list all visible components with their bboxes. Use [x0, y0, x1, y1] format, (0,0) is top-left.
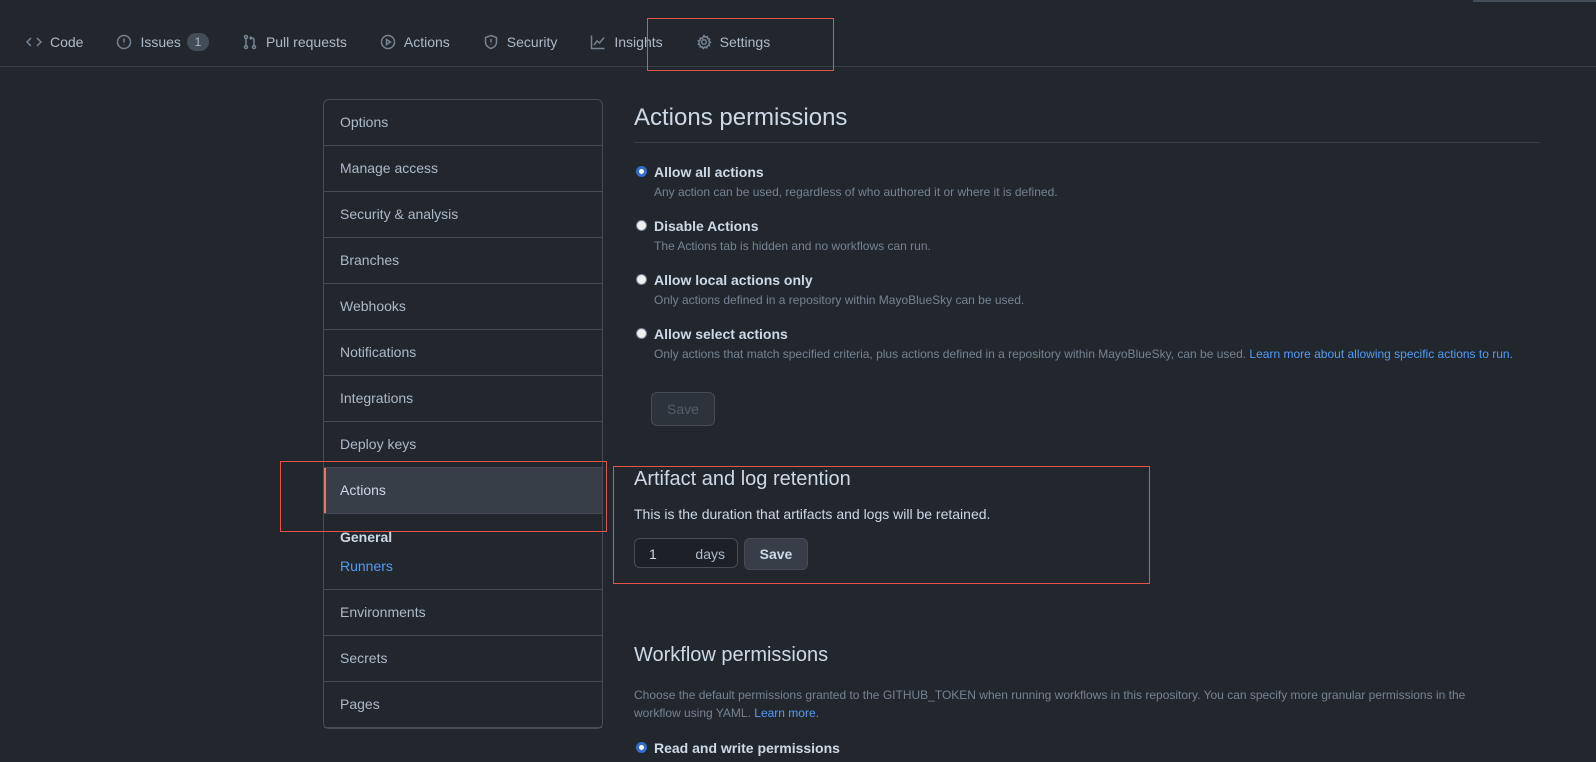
retention-days-unit: days	[695, 546, 725, 562]
tab-issues[interactable]: Issues 1	[108, 22, 216, 62]
radio-note-text: Only actions that match specified criter…	[654, 347, 1247, 361]
radio-label[interactable]: Read and write permissions	[654, 740, 840, 756]
tab-label: Actions	[403, 34, 450, 50]
sidebar-item-secrets[interactable]: Secrets	[324, 636, 602, 682]
retention-days-input[interactable]: 1 days	[634, 538, 738, 568]
sidebar-item-actions[interactable]: Actions	[324, 468, 602, 514]
tab-actions[interactable]: Actions	[372, 22, 458, 62]
radio-local-only[interactable]	[636, 274, 647, 285]
sidebar-item-notifications[interactable]: Notifications	[324, 330, 602, 376]
radio-allow-all[interactable]	[636, 166, 647, 177]
workflow-permissions-title: Workflow permissions	[634, 644, 829, 666]
tab-label: Pull requests	[265, 34, 347, 50]
submenu-runners-link[interactable]: Runners	[340, 555, 586, 577]
radio-label[interactable]: Allow local actions only	[654, 272, 813, 288]
sidebar-item-webhooks[interactable]: Webhooks	[324, 284, 602, 330]
retention-title: Artifact and log retention	[634, 468, 851, 490]
radio-note: Any action can be used, regardless of wh…	[654, 185, 1058, 199]
sidebar-item-security-analysis[interactable]: Security & analysis	[324, 192, 602, 238]
sidebar-item-options[interactable]: Options	[324, 100, 602, 146]
tab-pull-requests[interactable]: Pull requests	[234, 22, 355, 62]
radio-select[interactable]	[636, 328, 647, 339]
radio-label[interactable]: Allow select actions	[654, 326, 788, 342]
tab-label: Settings	[719, 34, 771, 50]
radio-label[interactable]: Disable Actions	[654, 218, 759, 234]
tab-code[interactable]: Code	[18, 22, 91, 62]
retention-days-value: 1	[649, 546, 657, 562]
issue-icon	[117, 34, 132, 50]
sidebar-item-branches[interactable]: Branches	[324, 238, 602, 284]
radio-disable[interactable]	[636, 220, 647, 231]
permissions-save-button[interactable]: Save	[651, 392, 715, 426]
tab-security[interactable]: Security	[475, 22, 566, 62]
issues-count-badge: 1	[186, 33, 209, 51]
graph-icon	[591, 35, 605, 50]
shield-icon	[484, 34, 498, 50]
sidebar-item-deploy-keys[interactable]: Deploy keys	[324, 422, 602, 468]
radio-read-write[interactable]	[636, 742, 647, 753]
title-divider	[634, 142, 1540, 143]
tab-label: Insights	[614, 34, 663, 50]
tab-label: Code	[50, 34, 84, 50]
sidebar-item-environments[interactable]: Environments	[324, 590, 602, 636]
tab-label: Issues	[140, 34, 181, 50]
learn-more-select-actions-link[interactable]: Learn more about allowing specific actio…	[1249, 347, 1512, 361]
sidebar-item-integrations[interactable]: Integrations	[324, 376, 602, 422]
play-icon	[380, 34, 396, 50]
radio-note: Only actions defined in a repository wit…	[654, 293, 1025, 307]
tab-settings[interactable]: Settings	[688, 22, 779, 62]
tab-insights[interactable]: Insights	[582, 22, 670, 62]
sidebar-item-manage-access[interactable]: Manage access	[324, 146, 602, 192]
retention-save-button[interactable]: Save	[744, 538, 808, 570]
workflow-permissions-description: Choose the default permissions granted t…	[634, 686, 1514, 722]
tab-label: Security	[506, 34, 558, 50]
radio-note: The Actions tab is hidden and no workflo…	[654, 239, 931, 253]
sidebar-item-pages[interactable]: Pages	[324, 682, 602, 728]
learn-more-link[interactable]: Learn more.	[754, 706, 819, 720]
settings-sidebar: Options Manage access Security & analysi…	[323, 99, 603, 729]
repo-nav: Code Issues 1 Pull requests Actions Secu…	[18, 22, 795, 62]
radio-note: Only actions that match specified criter…	[654, 347, 1513, 361]
top-divider	[1473, 0, 1596, 2]
radio-label[interactable]: Allow all actions	[654, 164, 764, 180]
actions-permissions-title: Actions permissions	[634, 104, 848, 131]
retention-description: This is the duration that artifacts and …	[634, 506, 991, 522]
actions-submenu: General Runners	[324, 514, 602, 590]
nav-divider	[0, 66, 1596, 67]
code-icon	[26, 37, 42, 47]
gear-icon	[696, 34, 712, 50]
pull-request-icon	[243, 34, 257, 50]
submenu-general[interactable]: General	[340, 526, 586, 548]
